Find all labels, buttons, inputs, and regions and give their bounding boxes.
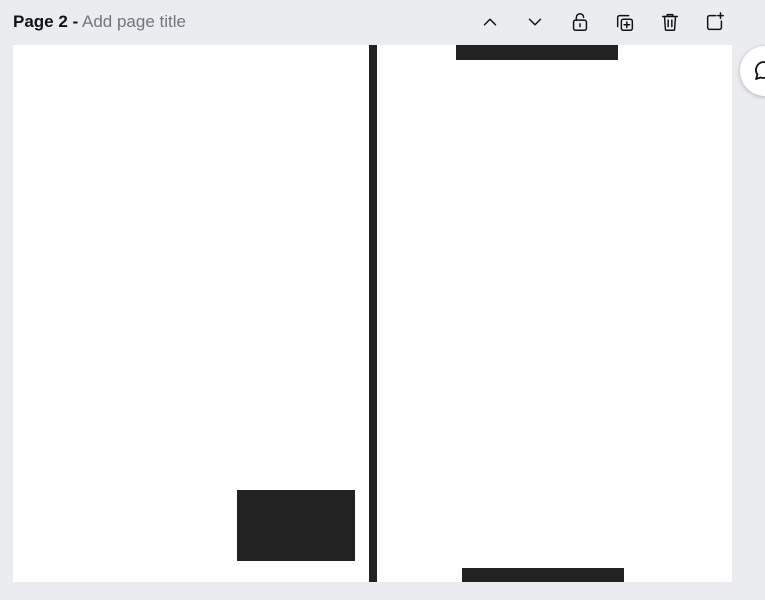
trash-icon bbox=[661, 13, 679, 31]
duplicate-icon bbox=[616, 14, 634, 31]
unlock-icon bbox=[572, 13, 588, 31]
page-title-input[interactable]: Add page title bbox=[82, 12, 186, 31]
duplicate-page-button[interactable] bbox=[611, 8, 639, 36]
page-label: Page 2 - Add page title bbox=[13, 12, 186, 32]
comment-button[interactable] bbox=[740, 46, 765, 96]
bottom-bar-shape[interactable] bbox=[462, 568, 624, 582]
chevron-up-icon bbox=[483, 18, 497, 26]
add-page-button[interactable] bbox=[701, 8, 729, 36]
move-page-up-button[interactable] bbox=[476, 8, 504, 36]
comment-icon bbox=[755, 61, 765, 80]
move-page-down-button[interactable] bbox=[521, 8, 549, 36]
add-page-icon bbox=[706, 12, 724, 31]
design-canvas[interactable] bbox=[13, 45, 732, 582]
page-header: Page 2 - Add page title bbox=[0, 0, 765, 45]
chevron-down-icon bbox=[528, 18, 542, 26]
page-number: Page 2 - bbox=[13, 12, 79, 31]
rectangle-shape[interactable] bbox=[237, 490, 355, 561]
top-bar-shape[interactable] bbox=[456, 45, 618, 60]
lock-page-button[interactable] bbox=[566, 8, 594, 36]
vertical-divider-shape[interactable] bbox=[369, 45, 377, 582]
delete-page-button[interactable] bbox=[656, 8, 684, 36]
